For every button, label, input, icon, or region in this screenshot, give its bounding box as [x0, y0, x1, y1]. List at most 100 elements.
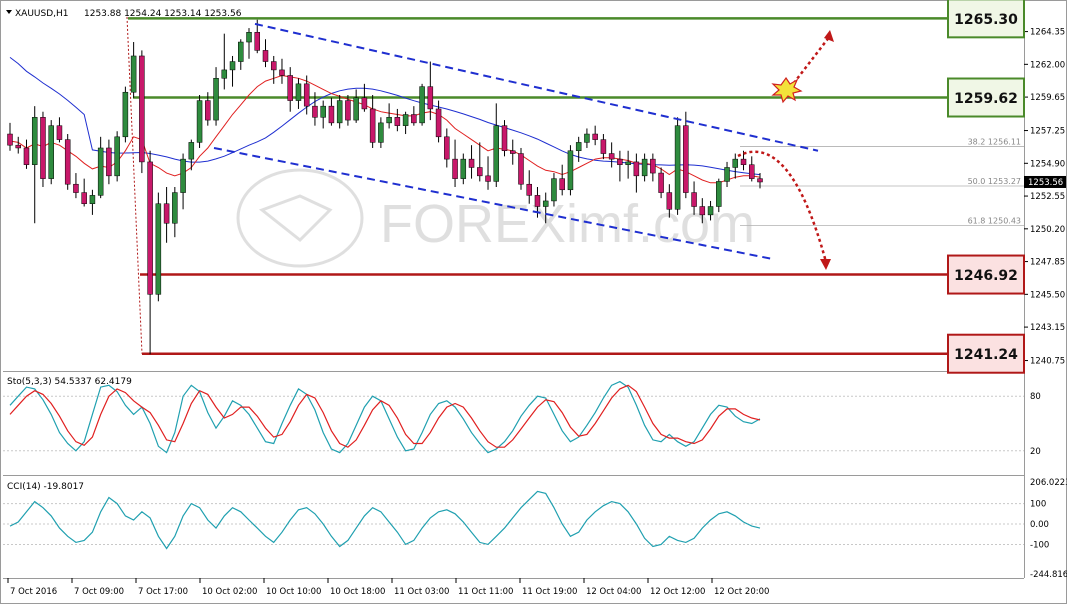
candle-body — [633, 161, 640, 177]
candle-body — [460, 158, 467, 179]
candle-body — [749, 164, 755, 179]
candle-body — [641, 158, 648, 177]
candle-body — [312, 105, 318, 118]
candle-body — [608, 153, 615, 160]
candle-body — [238, 41, 244, 62]
candle-body — [567, 150, 574, 191]
candle-body — [674, 125, 681, 210]
candle-body — [15, 144, 21, 149]
stochastic-tick-label: 20 — [1030, 447, 1041, 457]
candle-body — [163, 203, 170, 224]
candle-body — [732, 158, 739, 168]
candle-body — [40, 117, 46, 179]
candle-body — [419, 86, 425, 124]
price-tick-label: 1254.90 — [1030, 159, 1065, 169]
candle-body — [592, 133, 598, 140]
candle-body — [221, 69, 228, 79]
candle-body — [89, 195, 96, 204]
candle-body — [691, 192, 697, 207]
candle-body — [509, 150, 516, 154]
candle-body — [328, 105, 335, 124]
candle-body — [542, 200, 549, 207]
candle-body — [196, 100, 203, 143]
time-tick-label: 7 Oct 09:00 — [74, 587, 124, 597]
candle-body — [575, 142, 582, 152]
candle-body — [534, 195, 541, 207]
candle-body — [444, 136, 450, 160]
candle-body — [658, 172, 664, 193]
candle-body — [716, 181, 722, 207]
candle-body — [48, 125, 54, 179]
candle-body — [625, 161, 631, 165]
time-tick-label: 11 Oct 11:00 — [458, 587, 513, 597]
candle-body — [707, 206, 714, 216]
candle-body — [147, 161, 153, 295]
cci-tick-label: 0.00 — [1030, 520, 1049, 530]
candle-body — [477, 167, 483, 177]
cci-tick-label: -244.8166 — [1030, 570, 1067, 580]
current-price-label: 1253.56 — [1028, 178, 1063, 188]
cci-tick-label: 100 — [1030, 500, 1046, 510]
level-label: 1241.24 — [954, 347, 1018, 363]
price-tick-label: 1259.65 — [1030, 93, 1065, 103]
time-tick-label: 10 Oct 02:00 — [202, 587, 257, 597]
price-tick-label: 1257.25 — [1030, 127, 1065, 137]
candle-body — [130, 55, 137, 93]
price-tick-label: 1240.75 — [1030, 357, 1065, 367]
time-tick-label: 7 Oct 2016 — [10, 587, 57, 597]
trading-chart[interactable]: XAUUSD,H1 1253.88 1254.24 1253.14 1253.5… — [0, 0, 1067, 604]
candle-body — [262, 50, 269, 62]
cci-tick-label: 206.0223 — [1030, 478, 1067, 488]
candle-body — [7, 133, 13, 146]
candle-body — [435, 108, 442, 138]
candle-body — [303, 83, 310, 107]
candle-body — [213, 78, 219, 121]
candle-body — [81, 192, 87, 204]
stochastic-title: Sto(5,3,3) 54.5337 62.4179 — [7, 377, 132, 387]
candle-body — [650, 158, 656, 174]
candle-body — [97, 147, 104, 196]
candle-body — [526, 183, 532, 196]
candle-body — [64, 139, 71, 185]
price-tick-label: 1250.20 — [1030, 225, 1065, 235]
candle-body — [205, 100, 211, 121]
candle-body — [229, 61, 236, 71]
level-label: 1259.62 — [954, 91, 1018, 107]
candle-body — [369, 108, 376, 143]
price-tick-label: 1252.55 — [1030, 192, 1065, 202]
candle-body — [666, 192, 673, 210]
candle-body — [23, 147, 30, 165]
candle-body — [73, 183, 79, 193]
cci-tick-label: -100 — [1030, 540, 1049, 550]
candle-body — [31, 117, 38, 165]
candle-body — [155, 203, 162, 295]
candle-body — [724, 167, 730, 182]
candle-body — [757, 178, 763, 183]
symbol-label: XAUUSD,H1 — [15, 9, 69, 19]
candle-body — [122, 91, 129, 138]
candle-body — [361, 97, 368, 110]
cci-title: CCI(14) -19.8017 — [7, 482, 84, 492]
candle-body — [353, 97, 359, 121]
candle-body — [287, 75, 293, 101]
time-tick-label: 11 Oct 19:00 — [522, 587, 577, 597]
candle-body — [378, 122, 384, 143]
candle-body — [336, 100, 343, 124]
candle-body — [114, 136, 120, 177]
candle-body — [485, 175, 491, 182]
candle-body — [617, 158, 623, 165]
price-tick-label: 1245.50 — [1030, 290, 1065, 300]
candle-body — [386, 117, 392, 124]
candle-body — [172, 192, 178, 224]
time-tick-label: 7 Oct 17:00 — [138, 587, 188, 597]
candle-body — [254, 32, 261, 51]
candle-body — [584, 133, 590, 143]
candle-body — [180, 158, 186, 193]
candle-body — [295, 83, 302, 101]
price-tick-label: 1243.15 — [1030, 323, 1065, 333]
candle-body — [246, 32, 252, 43]
stochastic-tick-label: 80 — [1030, 392, 1041, 402]
time-tick-label: 12 Oct 12:00 — [650, 587, 705, 597]
candle-body — [394, 117, 401, 126]
candle-body — [559, 178, 565, 191]
